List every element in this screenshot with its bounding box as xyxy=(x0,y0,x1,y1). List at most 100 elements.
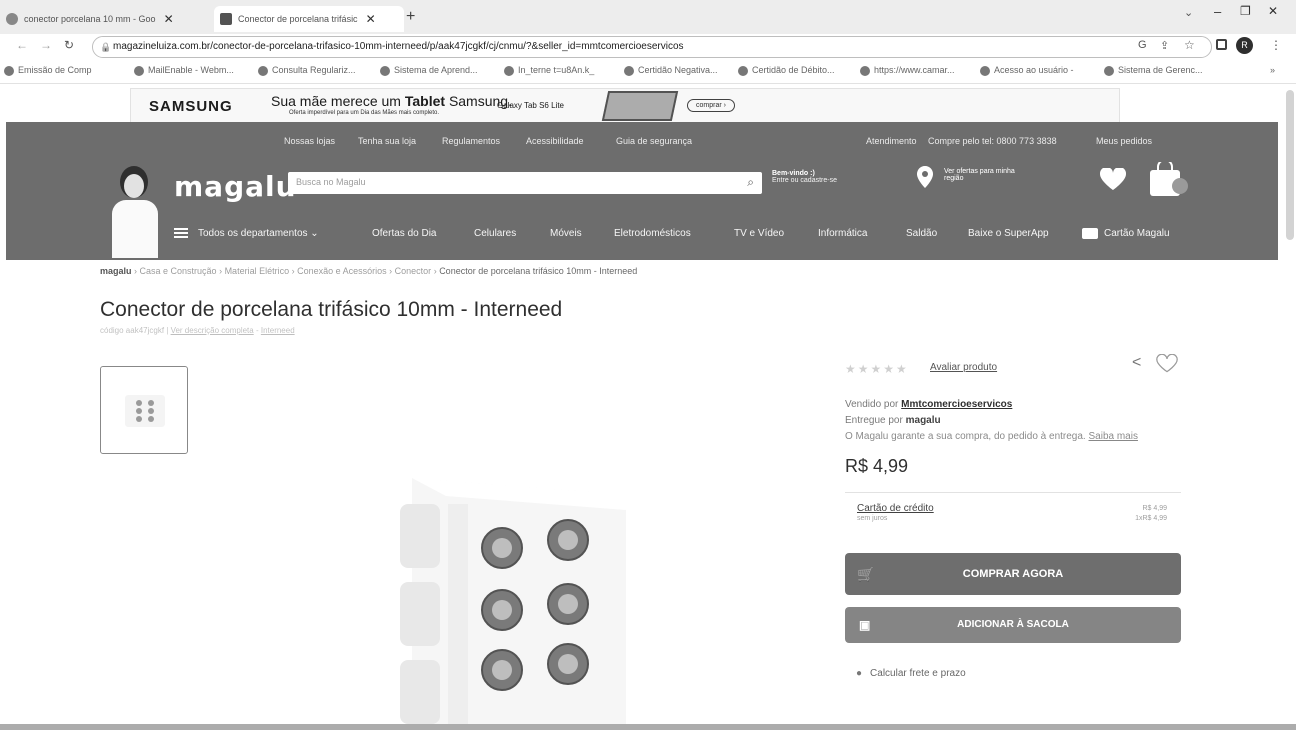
bookmark-icon xyxy=(980,65,990,76)
breadcrumb-item[interactable]: Conector xyxy=(395,266,432,276)
menu-kebab-icon[interactable]: ⋮ xyxy=(1270,38,1282,52)
rating-stars: ★★★★★ xyxy=(845,362,909,376)
ad-product: Galaxy Tab S6 Lite xyxy=(497,101,565,110)
minimize-icon[interactable]: – xyxy=(1214,4,1221,19)
location-text: Ver ofertas para minha xyxy=(944,168,1015,175)
ad-banner[interactable]: SAMSUNG Sua mãe merece um Tablet Samsung… xyxy=(130,88,1120,124)
ad-cta-button[interactable]: comprar › xyxy=(687,99,735,112)
close-tab-icon[interactable]: ✕ xyxy=(164,12,174,26)
share-product-icon[interactable]: < xyxy=(1132,354,1141,372)
browser-tab[interactable]: conector porcelana 10 mm - Goo ✕ xyxy=(6,6,202,32)
bookmark-item[interactable]: Certidão Negativa... xyxy=(624,65,718,76)
sidepanel-icon[interactable] xyxy=(1216,39,1227,50)
full-description-link[interactable]: Ver descrição completa xyxy=(171,326,254,335)
rate-product-link[interactable]: Avaliar produto xyxy=(930,362,997,373)
breadcrumb-home[interactable]: magalu xyxy=(100,266,132,276)
google-icon xyxy=(6,13,18,25)
favorites-heart-icon[interactable] xyxy=(1099,166,1127,195)
shopping-bag-icon[interactable] xyxy=(1150,159,1192,203)
header-link-atendimento[interactable]: Atendimento xyxy=(866,136,917,146)
search-icon[interactable]: ⌕ xyxy=(747,175,754,190)
url-bar[interactable]: 🔒 magazineluiza.com.br/conector-de-porce… xyxy=(92,36,1212,58)
new-tab-icon[interactable]: + xyxy=(406,8,415,26)
brand-link[interactable]: Interneed xyxy=(261,326,295,335)
add-to-bag-label: ADICIONAR À SACOLA xyxy=(957,619,1069,630)
header-link[interactable]: Nossas lojas xyxy=(284,136,335,146)
nav-item[interactable]: Cartão Magalu xyxy=(1104,228,1170,239)
header-link[interactable]: Guia de segurança xyxy=(616,136,692,146)
site-header: Nossas lojas Tenha sua loja Regulamentos… xyxy=(6,122,1278,260)
nav-item[interactable]: Informática xyxy=(818,228,867,239)
location-link[interactable]: Ver ofertas para minha região xyxy=(944,168,1015,182)
restore-icon[interactable]: ❐ xyxy=(1240,4,1251,18)
header-link[interactable]: Acessibilidade xyxy=(526,136,584,146)
nav-item[interactable]: Eletrodomésticos xyxy=(614,228,691,239)
payment-installments: 1xR$ 4,99 xyxy=(1135,515,1167,522)
tab-search-icon[interactable]: ⌄ xyxy=(1184,6,1193,19)
bookmark-item[interactable]: MailEnable - Webm... xyxy=(134,65,234,76)
bookmark-icon xyxy=(134,65,144,76)
tab-title: conector porcelana 10 mm - Goo xyxy=(24,14,156,24)
nav-item[interactable]: Saldão xyxy=(906,228,937,239)
favorite-heart-icon[interactable] xyxy=(1156,353,1178,379)
breadcrumb-item[interactable]: Casa e Construção xyxy=(140,266,217,276)
bookmark-item[interactable]: Emissão de Comp xyxy=(4,65,92,76)
product-thumbnail[interactable] xyxy=(100,366,188,454)
login-link[interactable]: Bem-vindo :) Entre ou cadastre-se xyxy=(772,170,837,184)
seller-prefix: Vendido por xyxy=(845,399,899,410)
magalu-logo[interactable]: magalu xyxy=(174,170,297,203)
bookmark-icon xyxy=(860,65,870,76)
nav-item[interactable]: Móveis xyxy=(550,228,582,239)
bookmark-icon xyxy=(1104,65,1114,76)
bookmark-item[interactable]: Acesso ao usuário - xyxy=(980,65,1074,76)
profile-avatar[interactable]: R xyxy=(1236,37,1253,54)
add-to-bag-button[interactable]: ▣ ADICIONAR À SACOLA xyxy=(845,607,1181,643)
bookmark-star-icon[interactable]: ☆ xyxy=(1184,38,1195,52)
nav-item[interactable]: TV e Vídeo xyxy=(734,228,784,239)
header-link-phone[interactable]: Compre pelo tel: 0800 773 3838 xyxy=(928,136,1057,146)
shipping-label: Calcular frete e prazo xyxy=(870,668,966,679)
bookmark-label: In_terne t=u8An.k_ xyxy=(518,65,595,75)
nav-item[interactable]: Ofertas do Dia xyxy=(372,228,436,239)
buy-now-button[interactable]: 🛒 COMPRAR AGORA xyxy=(845,553,1181,595)
nav-item[interactable]: Celulares xyxy=(474,228,516,239)
bookmark-item[interactable]: Consulta Regulariz... xyxy=(258,65,356,76)
payment-option[interactable]: Cartão de crédito sem juros R$ 4,99 1xR$… xyxy=(845,492,1181,536)
reload-icon[interactable]: ↻ xyxy=(64,38,74,52)
bookmark-item[interactable]: In_terne t=u8An.k_ xyxy=(504,65,594,76)
breadcrumb-item[interactable]: Conexão e Acessórios xyxy=(297,266,387,276)
credit-card-icon xyxy=(1082,228,1098,239)
guarantee-info: O Magalu garante a sua compra, do pedido… xyxy=(845,431,1138,442)
bookmark-label: Consulta Regulariz... xyxy=(272,65,356,75)
header-link-orders[interactable]: Meus pedidos xyxy=(1096,136,1152,146)
all-departments-menu[interactable]: Todos os departamentos ⌄ xyxy=(198,228,319,239)
nav-item[interactable]: Baixe o SuperApp xyxy=(968,228,1049,239)
close-window-icon[interactable]: ✕ xyxy=(1268,4,1278,18)
back-icon[interactable]: ← xyxy=(16,38,28,52)
bookmark-item[interactable]: https://www.camar... xyxy=(860,65,955,76)
bookmark-item[interactable]: Sistema de Gerenc... xyxy=(1104,65,1203,76)
bookmarks-overflow-icon[interactable]: » xyxy=(1270,65,1275,75)
forward-icon[interactable]: → xyxy=(40,38,52,52)
header-link[interactable]: Regulamentos xyxy=(442,136,500,146)
vertical-scrollbar[interactable] xyxy=(1286,90,1294,240)
hamburger-menu-icon[interactable] xyxy=(174,228,188,238)
bag-icon: ▣ xyxy=(859,618,871,632)
breadcrumb-item[interactable]: Material Elétrico xyxy=(225,266,290,276)
search-input[interactable]: Busca no Magalu ⌕ xyxy=(288,172,762,194)
address-row: ← → ↻ 🔒 magazineluiza.com.br/conector-de… xyxy=(0,34,1296,60)
browser-tab-active[interactable]: Conector de porcelana trifásic ✕ xyxy=(214,6,404,32)
shipping-calculator[interactable]: ● Calcular frete e prazo xyxy=(856,668,966,679)
google-lens-icon[interactable]: G xyxy=(1138,39,1147,51)
tab-title: Conector de porcelana trifásic xyxy=(238,14,358,24)
bookmark-item[interactable]: Certidão de Débito... xyxy=(738,65,835,76)
close-tab-icon[interactable]: ✕ xyxy=(366,12,376,26)
seller-link[interactable]: Mmtcomercioeservicos xyxy=(901,399,1012,410)
header-link[interactable]: Tenha sua loja xyxy=(358,136,416,146)
bookmark-item[interactable]: Sistema de Aprend... xyxy=(380,65,478,76)
bookmark-label: Emissão de Comp xyxy=(18,65,92,75)
learn-more-link[interactable]: Saiba mais xyxy=(1089,431,1138,442)
delivered-prefix: Entregue por xyxy=(845,415,903,426)
share-icon[interactable]: ⇪ xyxy=(1160,39,1169,52)
search-placeholder: Busca no Magalu xyxy=(296,177,366,187)
